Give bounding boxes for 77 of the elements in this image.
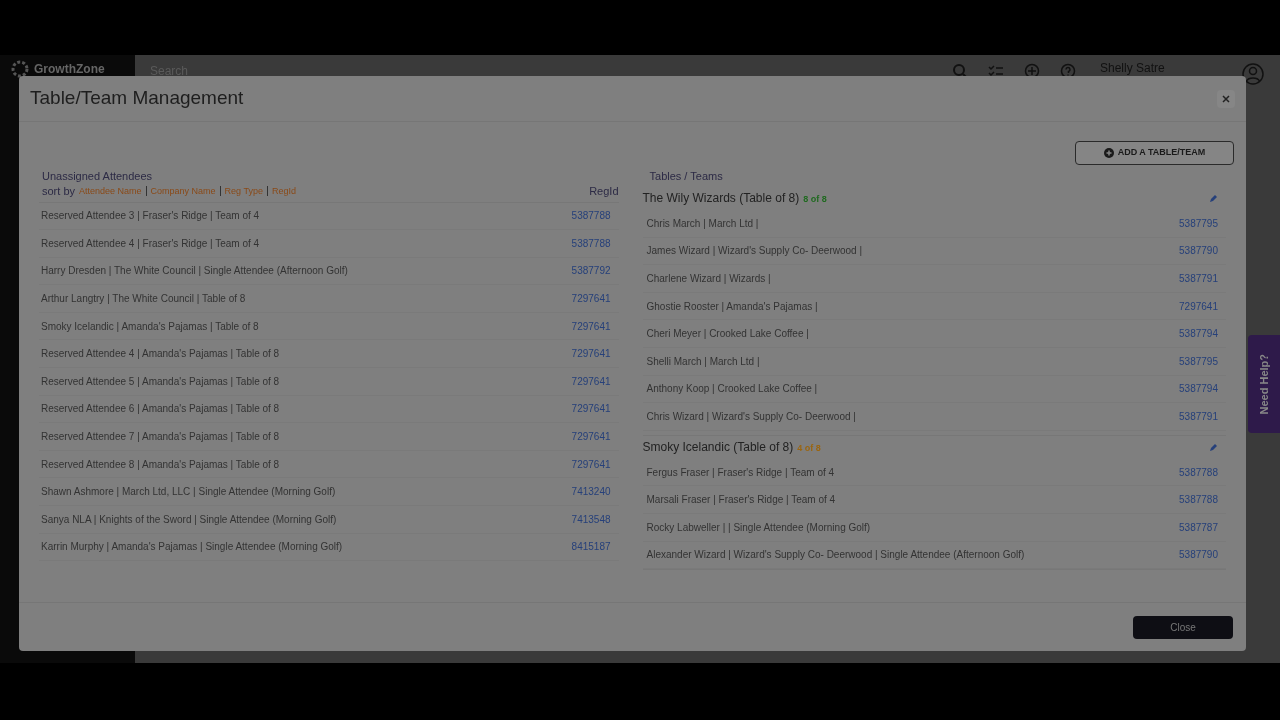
close-icon[interactable] xyxy=(1217,89,1235,108)
attendee-text[interactable]: Cheri Meyer | Crooked Lake Coffee | xyxy=(646,326,809,342)
id-number-link[interactable]: 7297641 xyxy=(571,456,611,472)
id-number-link[interactable]: 5387792 xyxy=(571,263,611,279)
edit-pencil-icon[interactable] xyxy=(1209,442,1218,452)
id-number-link[interactable]: 7297641 xyxy=(571,346,611,362)
id-number-link[interactable]: 8415187 xyxy=(571,539,611,555)
sort-link[interactable]: Company Name xyxy=(150,184,216,198)
id-number-link[interactable]: 5387787 xyxy=(1179,519,1218,535)
attendee-text[interactable]: Alexander Wizard | Wizard's Supply Co- Deerwood | Single Attendee (Afternoon Golf) xyxy=(646,547,1025,563)
team-count: 4 of 8 xyxy=(797,442,821,456)
attendee-text[interactable]: Shawn Ashmore | March Ltd, LLC | Single Attendee (Morning Golf) xyxy=(41,484,336,500)
attendee-text[interactable]: Shelli March | March Ltd | xyxy=(646,353,760,369)
id-number-link[interactable]: 5387788 xyxy=(571,208,611,224)
id-number-link[interactable]: 7297641 xyxy=(571,291,611,307)
attendee-text[interactable]: Reserved Attendee 6 | Amanda's Pajamas | Table of 8 xyxy=(41,401,280,417)
edit-pencil-icon[interactable] xyxy=(1209,193,1218,203)
id-number-link[interactable]: 5387795 xyxy=(1179,215,1218,231)
attendee-text[interactable]: Anthony Koop | Crooked Lake Coffee | xyxy=(646,381,818,397)
help-icon[interactable] xyxy=(1060,63,1076,79)
id-number-link[interactable]: 7413240 xyxy=(571,484,611,500)
attendee-text[interactable]: Fergus Fraser | Fraser's Ridge | Team of 4 xyxy=(646,464,835,480)
team-count: 8 of 8 xyxy=(803,193,827,206)
checklist-icon[interactable] xyxy=(988,63,1004,79)
id-number-link[interactable]: 5387790 xyxy=(1179,547,1218,563)
attendee-text[interactable]: Reserved Attendee 8 | Amanda's Pajamas | Table of 8 xyxy=(41,456,280,472)
id-number-link[interactable]: 7413548 xyxy=(571,511,611,527)
id-number-link[interactable]: 5387788 xyxy=(1179,464,1218,480)
sort-link[interactable]: RegId xyxy=(271,184,296,198)
id-number-link[interactable]: 5387788 xyxy=(1179,492,1218,508)
id-number-link[interactable]: 5387794 xyxy=(1179,326,1218,342)
add-icon[interactable] xyxy=(1024,63,1040,79)
team-name: Smoky Icelandic (Table of 8) xyxy=(642,439,794,457)
attendee-text[interactable]: Reserved Attendee 3 | Fraser's Ridge | Team of 4 xyxy=(41,208,260,224)
attendee-text[interactable]: Marsali Fraser | Fraser's Ridge | Team of 4 xyxy=(646,492,836,508)
attendee-text[interactable]: Ghostie Rooster | Amanda's Pajamas | xyxy=(646,298,818,314)
id-number-link[interactable]: 7297641 xyxy=(571,429,611,445)
column-header: RegId xyxy=(589,184,619,199)
sort-link[interactable]: Attendee Name xyxy=(79,184,142,198)
logo-icon xyxy=(10,59,30,79)
modal-title: Table/Team Management xyxy=(30,86,244,111)
plus-circle-icon xyxy=(1103,148,1114,158)
attendee-text[interactable]: Karrin Murphy | Amanda's Pajamas | Single Attendee (Morning Golf) xyxy=(41,539,343,555)
section-heading: Unassigned Attendees xyxy=(41,169,154,183)
section-heading: Tables / Teams xyxy=(648,169,724,183)
id-number-link[interactable]: 5387790 xyxy=(1179,243,1218,259)
attendee-text[interactable]: Smoky Icelandic | Amanda's Pajamas | Table of 8 xyxy=(41,318,259,334)
attendee-text[interactable]: James Wizard | Wizard's Supply Co- Deerwood | xyxy=(646,243,863,259)
id-number-link[interactable]: 5387795 xyxy=(1179,353,1218,369)
id-number-link[interactable]: 7297641 xyxy=(571,318,611,334)
attendee-text[interactable]: Reserved Attendee 4 | Amanda's Pajamas | Table of 8 xyxy=(41,346,280,362)
id-number-link[interactable]: 7297641 xyxy=(571,401,611,417)
attendee-text[interactable]: Reserved Attendee 4 | Fraser's Ridge | Team of 4 xyxy=(41,235,260,251)
attendee-text[interactable]: Charlene Wizard | Wizards | xyxy=(646,271,771,286)
id-number-link[interactable]: 7297641 xyxy=(571,373,611,389)
id-number-link[interactable]: 5387791 xyxy=(1179,271,1218,286)
id-number-link[interactable]: 5387788 xyxy=(571,235,611,251)
attendee-text[interactable]: Harry Dresden | The White Council | Single Attendee (Afternoon Golf) xyxy=(41,263,348,279)
team-name: The Wily Wizards (Table of 8) xyxy=(642,190,800,207)
close-button[interactable]: Close xyxy=(1133,615,1233,639)
help-tab[interactable]: Need Help? xyxy=(1248,335,1280,433)
attendee-text[interactable]: Reserved Attendee 7 | Amanda's Pajamas | Table of 8 xyxy=(41,429,280,445)
id-number-link[interactable]: 5387791 xyxy=(1179,408,1218,424)
add-table-button[interactable]: ADD A TABLE/TEAM xyxy=(1075,141,1234,165)
attendee-text[interactable]: Sanya NLA | Knights of the Sword | Single Attendee (Morning Golf) xyxy=(41,511,337,527)
id-number-link[interactable]: 7297641 xyxy=(1179,298,1218,314)
attendee-text[interactable]: Chris Wizard | Wizard's Supply Co- Deerwood | xyxy=(646,408,856,424)
attendee-text[interactable]: Rocky Labweller | | Single Attendee (Morning Golf) xyxy=(646,519,871,535)
sort-label: sort by xyxy=(42,184,75,199)
attendee-text[interactable]: Arthur Langtry | The White Council | Table of 8 xyxy=(41,291,246,307)
attendee-text[interactable]: Reserved Attendee 5 | Amanda's Pajamas | Table of 8 xyxy=(41,373,280,389)
id-number-link[interactable]: 5387794 xyxy=(1179,381,1218,397)
user-avatar-icon[interactable] xyxy=(1242,63,1264,85)
logo-text: GrowthZone xyxy=(34,62,105,76)
search-icon[interactable] xyxy=(952,63,968,79)
sort-link[interactable]: Reg Type xyxy=(224,184,263,198)
attendee-text[interactable]: Chris March | March Ltd | xyxy=(646,215,759,231)
